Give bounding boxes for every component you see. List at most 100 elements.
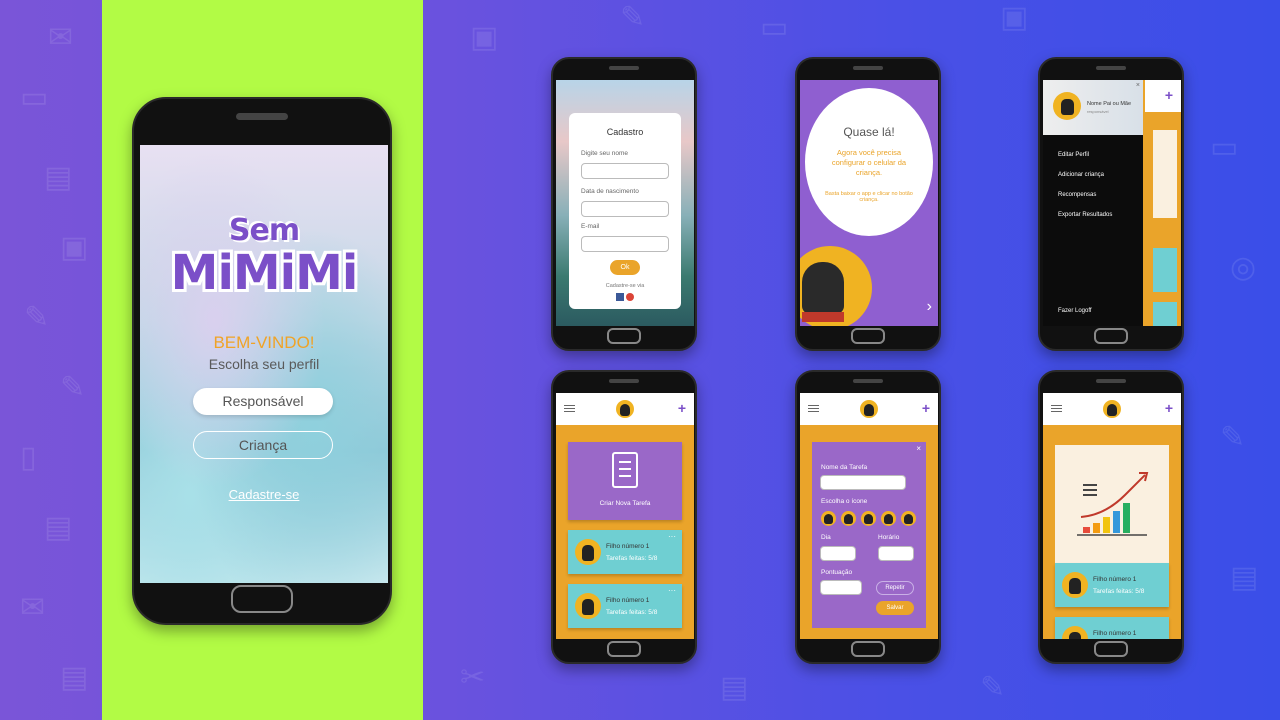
app-topbar: +	[556, 393, 694, 425]
next-arrow-icon[interactable]: ›	[927, 298, 932, 316]
repeat-button[interactable]: Repetir	[876, 581, 914, 595]
icon-label: Escolha o ícone	[821, 498, 868, 505]
hamburger-menu-icon[interactable]	[564, 405, 575, 412]
app-topbar: +	[800, 393, 938, 425]
app-avatar[interactable]	[616, 400, 634, 418]
phone-speaker	[1096, 379, 1126, 383]
add-icon[interactable]: +	[922, 400, 930, 416]
signup-screen: Cadastro Digite seu nome Data de nascime…	[556, 80, 694, 326]
phone-menu: + Nome Pai ou Mãe responsável × Editar P…	[1038, 57, 1184, 351]
home-button[interactable]	[231, 585, 293, 613]
user-name: Nome Pai ou Mãe	[1087, 101, 1132, 107]
growth-chart-icon	[1077, 472, 1149, 536]
icon-option[interactable]	[901, 511, 916, 526]
responsavel-button[interactable]: Responsável	[193, 388, 333, 415]
icon-option[interactable]	[861, 511, 876, 526]
icon-option[interactable]	[881, 511, 896, 526]
signup-via-text: Cadastre-se via	[605, 283, 645, 289]
phone-speaker	[853, 379, 883, 383]
home-button[interactable]	[607, 328, 641, 344]
app-avatar[interactable]	[860, 400, 878, 418]
kid-tasks: Tarefas feitas: 5/8	[606, 555, 658, 562]
user-avatar[interactable]	[1053, 92, 1081, 120]
almost-hint: Basta baixar o app e clicar no botão cri…	[825, 191, 913, 203]
clipboard-icon	[612, 452, 638, 488]
crianca-button[interactable]: Criança	[193, 431, 333, 459]
phone-speaker	[609, 66, 639, 70]
app-avatar[interactable]	[1103, 400, 1121, 418]
day-label: Dia	[821, 534, 831, 541]
close-icon[interactable]: ×	[1136, 82, 1140, 89]
home-button[interactable]	[851, 641, 885, 657]
kid-tasks: Tarefas feitas: 5/8	[1093, 588, 1145, 595]
signup-link[interactable]: Cadastre-se	[140, 487, 388, 502]
kid-name: Filho número 1	[606, 543, 650, 550]
birth-label: Data de nascimento	[581, 188, 639, 195]
hamburger-menu-icon[interactable]	[808, 405, 819, 412]
task-name-label: Nome da Tarefa	[821, 464, 868, 471]
google-icon[interactable]	[626, 293, 634, 301]
home-button[interactable]	[1094, 328, 1128, 344]
add-icon[interactable]: +	[678, 400, 686, 416]
icon-option[interactable]	[821, 511, 836, 526]
hamburger-menu-icon[interactable]	[1051, 405, 1062, 412]
almost-body: Agora você precisa configurar o celular …	[831, 148, 907, 178]
phone-progress: + Filho número 1 Tarefas feitas: 5/8 Fil…	[1038, 370, 1184, 664]
email-input[interactable]	[581, 236, 669, 252]
time-input[interactable]	[878, 546, 914, 561]
icon-option[interactable]	[841, 511, 856, 526]
menu-item-edit-profile[interactable]: Editar Perfil	[1058, 152, 1089, 158]
kid-tasks: Tarefas feitas: 5/8	[606, 609, 658, 616]
kid-card[interactable]: Filho número 1 Tarefas feitas: 5/8 ···	[568, 584, 682, 628]
kid-card[interactable]: Filho número 1 Tarefas feitas: 5/8 ···	[568, 530, 682, 574]
name-label: Digite seu nome	[581, 150, 628, 157]
create-task-label: Criar Nova Tarefa	[599, 500, 651, 507]
new-task-form: × Nome da Tarefa Escolha o ícone Dia Hor…	[812, 442, 926, 628]
task-name-input[interactable]	[820, 475, 906, 490]
signup-title: Cadastro	[606, 127, 644, 137]
phone-speaker	[236, 113, 288, 120]
close-icon[interactable]: ×	[916, 444, 921, 453]
facebook-icon[interactable]	[616, 293, 624, 301]
more-options-icon[interactable]: ···	[668, 586, 676, 595]
add-icon[interactable]: +	[1165, 87, 1173, 103]
kid-avatar	[1062, 572, 1088, 598]
home-button[interactable]	[851, 328, 885, 344]
birth-input[interactable]	[581, 201, 669, 217]
score-input[interactable]	[820, 580, 862, 595]
menu-item-logoff[interactable]: Fazer Logoff	[1058, 308, 1092, 314]
side-menu: Nome Pai ou Mãe responsável × Editar Per…	[1043, 80, 1143, 326]
phone-speaker	[1096, 66, 1126, 70]
email-label: E-mail	[581, 223, 600, 230]
create-task-card[interactable]: Criar Nova Tarefa	[568, 442, 682, 520]
kid-avatar	[575, 539, 601, 565]
almost-screen: Quase lá! Agora você precisa configurar …	[800, 80, 938, 326]
kid-name: Filho número 1	[606, 597, 650, 604]
menu-item-add-child[interactable]: Adicionar criança	[1058, 172, 1104, 178]
mascot-scarf	[802, 312, 844, 322]
day-input[interactable]	[820, 546, 856, 561]
name-input[interactable]	[581, 163, 669, 179]
save-button[interactable]: Salvar	[876, 601, 914, 615]
menu-item-rewards[interactable]: Recompensas	[1058, 192, 1096, 198]
phone-new-task: + × Nome da Tarefa Escolha o ícone Dia H…	[795, 370, 941, 664]
phone-speaker	[609, 379, 639, 383]
menu-header: Nome Pai ou Mãe responsável ×	[1043, 80, 1143, 135]
logo-sem: Sem	[228, 213, 300, 248]
welcome-screen: Sem MiMiMi BEM-VINDO! Escolha seu perfil…	[140, 145, 388, 583]
more-options-icon[interactable]: ···	[668, 532, 676, 541]
kid-card[interactable]: Filho número 1 Tarefas feitas: 5/8	[1055, 563, 1169, 607]
menu-item-export[interactable]: Exportar Resultados	[1058, 212, 1112, 218]
phone-signup: Cadastro Digite seu nome Data de nascime…	[551, 57, 697, 351]
kid-card[interactable]: Filho número 1	[1055, 617, 1169, 639]
home-button[interactable]	[607, 641, 641, 657]
ok-button[interactable]: Ok	[610, 260, 640, 275]
phone-speaker	[853, 66, 883, 70]
welcome-heading: BEM-VINDO!	[213, 333, 315, 352]
kid-avatar	[1062, 626, 1088, 639]
add-icon[interactable]: +	[1165, 400, 1173, 416]
kid-avatar	[575, 593, 601, 619]
new-task-screen: + × Nome da Tarefa Escolha o ícone Dia H…	[800, 393, 938, 639]
home-button[interactable]	[1094, 641, 1128, 657]
logo-mimimi: MiMiMi	[170, 245, 359, 301]
